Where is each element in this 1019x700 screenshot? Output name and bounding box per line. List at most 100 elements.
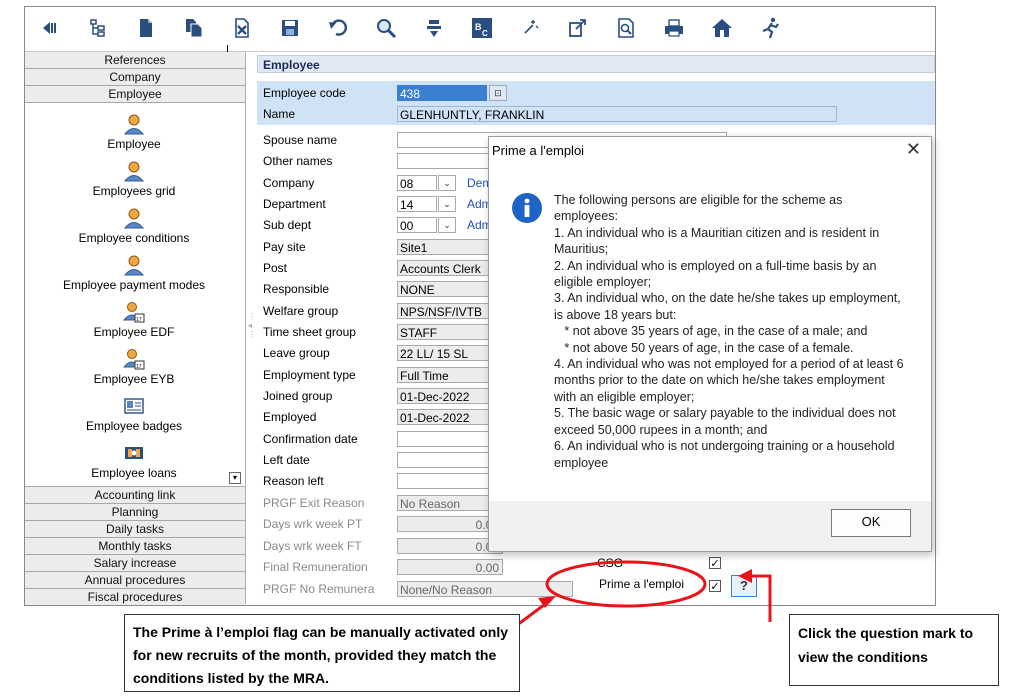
- nav-item-label: Employee badges: [85, 419, 183, 433]
- grip-icon: ⋮ ◂ ⋮: [248, 312, 256, 339]
- filter-icon[interactable]: [421, 15, 447, 41]
- nav-section-daily-tasks[interactable]: Daily tasks: [25, 521, 245, 538]
- right-callout: Click the question mark to view the cond…: [789, 614, 999, 686]
- nav-section-references[interactable]: References: [25, 52, 245, 69]
- ok-button[interactable]: OK: [831, 509, 911, 537]
- nav-item-employee[interactable]: Employee: [25, 113, 243, 151]
- svg-text:17: 17: [136, 364, 142, 370]
- person-icon: [123, 161, 145, 182]
- nav-item-label: Employee payment modes: [62, 278, 206, 292]
- nav-item-label: Employee: [107, 137, 161, 151]
- nav-item-employee-payment-modes[interactable]: Employee payment modes: [25, 254, 243, 292]
- csg-label: CSG: [597, 556, 624, 570]
- wizard-icon[interactable]: [517, 15, 543, 41]
- final-remuneration-label: Final Remuneration: [263, 560, 368, 574]
- print-icon[interactable]: [661, 15, 687, 41]
- left-callout: The Prime à l’emploi flag can be manuall…: [124, 614, 520, 692]
- person-icon: [123, 255, 145, 276]
- left-navigation: References Company Employee Employee Emp…: [25, 52, 246, 605]
- company-code-field[interactable]: 08: [397, 175, 437, 191]
- other-names-label: Other names: [263, 154, 333, 168]
- employee-code-label: Employee code: [263, 86, 346, 100]
- preview-icon[interactable]: [613, 15, 639, 41]
- nav-item-label: Employee conditions: [78, 231, 190, 245]
- nav-item-label: Employee EDF: [93, 325, 175, 339]
- dialog-message: The following persons are eligible for t…: [554, 193, 904, 470]
- nav-section-annual-procedures[interactable]: Annual procedures: [25, 572, 245, 589]
- exit-runner-icon[interactable]: [757, 15, 783, 41]
- employment-type-label: Employment type: [263, 368, 356, 382]
- save-icon[interactable]: [277, 15, 303, 41]
- nav-section-employee[interactable]: Employee: [25, 86, 245, 103]
- nav-item-label: Employee EYB: [93, 372, 175, 386]
- welfare-group-label: Welfare group: [263, 304, 339, 318]
- sub-dept-code-field[interactable]: 00: [397, 217, 437, 233]
- close-icon[interactable]: ✕: [906, 139, 921, 160]
- pay-site-label: Pay site: [263, 240, 306, 254]
- splitter-handle[interactable]: ⋮ ◂ ⋮: [246, 52, 256, 604]
- nav-item-employees-grid[interactable]: Employees grid: [25, 160, 243, 198]
- bc-report-icon[interactable]: BC: [469, 15, 495, 41]
- employee-code-field[interactable]: 438: [397, 85, 487, 101]
- chevron-down-icon[interactable]: ⌄: [438, 196, 456, 212]
- collapse-list-icon[interactable]: ▾: [229, 472, 241, 484]
- nav-item-label: Employees grid: [92, 184, 176, 198]
- new-document-icon[interactable]: [133, 15, 159, 41]
- nav-section-planning[interactable]: Planning: [25, 504, 245, 521]
- delete-document-icon[interactable]: [229, 15, 255, 41]
- post-label: Post: [263, 261, 288, 275]
- department-code-field[interactable]: 14: [397, 196, 437, 212]
- csg-checkbox[interactable]: ✓: [709, 557, 721, 570]
- confirmation-date-field[interactable]: [397, 431, 501, 447]
- prgf-no-remuneration-field[interactable]: None/No Reason: [397, 581, 573, 597]
- badge-icon: [124, 398, 144, 414]
- days-wrk-week-ft-label: Days wrk week FT: [263, 539, 362, 553]
- employed-field[interactable]: 01-Dec-2022: [397, 409, 501, 425]
- sub-dept-label: Sub dept: [263, 218, 312, 232]
- lookup-icon[interactable]: ⊡: [489, 85, 507, 101]
- nav-item-employee-eyb[interactable]: 17 Employee EYB: [25, 348, 243, 386]
- question-mark-button[interactable]: ?: [731, 575, 757, 597]
- nav-section-salary-increase[interactable]: Salary increase: [25, 555, 245, 572]
- export-icon[interactable]: [565, 15, 591, 41]
- nav-section-monthly-tasks[interactable]: Monthly tasks: [25, 538, 245, 555]
- search-icon[interactable]: [373, 15, 399, 41]
- nav-item-employee-badges[interactable]: Employee badges: [25, 395, 243, 433]
- left-date-field[interactable]: [397, 452, 501, 468]
- employee-nav-list: Employee Employees grid Employee conditi…: [25, 103, 245, 487]
- spouse-name-label: Spouse name: [263, 133, 338, 147]
- person-icon: [123, 114, 145, 135]
- final-remuneration-field[interactable]: 0.00: [397, 559, 503, 575]
- nav-section-accounting-link[interactable]: Accounting link: [25, 487, 245, 504]
- info-icon: [512, 193, 542, 223]
- nav-item-employee-conditions[interactable]: Employee conditions: [25, 207, 243, 245]
- copy-document-icon[interactable]: [181, 15, 207, 41]
- nav-section-fiscal-procedures[interactable]: Fiscal procedures: [25, 589, 245, 605]
- svg-text:C: C: [482, 29, 488, 38]
- svg-text:17: 17: [136, 317, 142, 323]
- dialog-title: Prime a l'emploi: [492, 143, 585, 158]
- name-label: Name: [263, 107, 296, 121]
- days-wrk-week-pt-label: Days wrk week PT: [263, 517, 363, 531]
- chevron-down-icon[interactable]: ⌄: [438, 217, 456, 233]
- dialog-footer: OK: [489, 501, 931, 551]
- tree-icon[interactable]: [85, 15, 111, 41]
- home-icon[interactable]: [709, 15, 735, 41]
- undo-icon[interactable]: [325, 15, 351, 41]
- first-record-icon[interactable]: [37, 15, 63, 41]
- prime-a-lemploi-checkbox[interactable]: ✓: [709, 580, 721, 593]
- prime-a-lemploi-label: Prime a l'emploi: [599, 577, 684, 591]
- nav-section-company[interactable]: Company: [25, 69, 245, 86]
- svg-text:B: B: [475, 22, 482, 32]
- time-sheet-group-label: Time sheet group: [263, 325, 356, 339]
- section-title: Employee: [257, 55, 935, 73]
- responsible-label: Responsible: [263, 282, 330, 296]
- nav-item-label: Employee loans: [91, 466, 177, 480]
- left-date-label: Left date: [263, 453, 310, 467]
- chevron-down-icon[interactable]: ⌄: [438, 175, 456, 191]
- joined-group-field[interactable]: 01-Dec-2022: [397, 388, 501, 404]
- name-field[interactable]: GLENHUNTLY, FRANKLIN: [397, 106, 837, 122]
- nav-item-employee-loans[interactable]: Employee loans: [25, 442, 243, 480]
- nav-item-employee-edf[interactable]: 17 Employee EDF: [25, 301, 243, 339]
- person-calendar-icon: 17: [123, 349, 145, 370]
